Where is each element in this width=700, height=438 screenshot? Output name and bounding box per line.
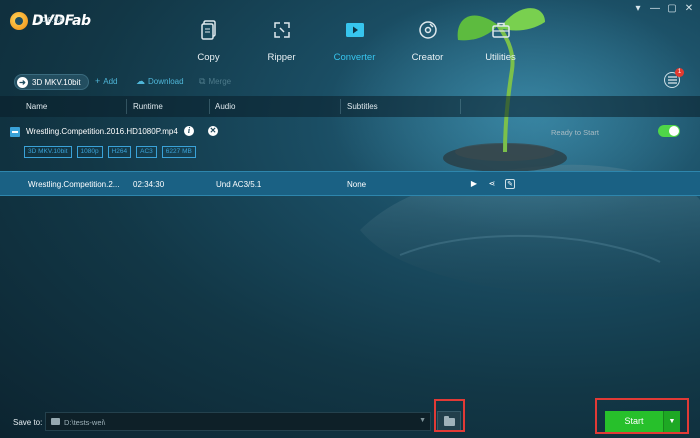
task-status: Ready to Start <box>551 128 599 137</box>
column-divider <box>126 99 127 114</box>
profile-label: 3D MKV.10bit <box>32 77 81 87</box>
dvdfab-logo-icon <box>10 12 28 30</box>
queue-count-badge: 1 <box>675 68 684 77</box>
tab-creator[interactable]: Creator <box>391 18 464 63</box>
enable-toggle[interactable] <box>658 125 680 137</box>
track-actions: ▶ ⋖ ✎ <box>469 179 515 189</box>
list-icon <box>667 76 677 84</box>
download-button[interactable]: ☁ Download <box>136 76 184 87</box>
title-track-row[interactable]: Wrestling.Competition.2... 02:34:30 Und … <box>0 171 700 196</box>
plus-icon: + <box>95 76 101 86</box>
maximize-button[interactable]: ▢ <box>667 4 677 14</box>
tab-ripper[interactable]: Ripper <box>245 18 318 63</box>
tag-profile[interactable]: 3D MKV.10bit <box>24 146 72 158</box>
merge-button[interactable]: ⧉ Merge <box>199 76 231 87</box>
tab-utilities[interactable]: Utilities <box>464 18 537 63</box>
tab-utilities-label: Utilities <box>485 52 516 63</box>
window-controls: ▾ — ▢ ✕ <box>633 4 694 14</box>
close-button[interactable]: ✕ <box>684 4 694 14</box>
play-icon[interactable]: ▶ <box>469 179 479 189</box>
download-label: Download <box>148 77 184 86</box>
column-header: Name Runtime Audio Subtitles <box>0 96 700 117</box>
track-audio[interactable]: Und AC3/5.1 <box>216 180 261 189</box>
track-name: Wrestling.Competition.2... <box>28 180 120 189</box>
copy-icon <box>200 20 216 40</box>
info-icon[interactable]: i <box>184 126 194 136</box>
column-name: Name <box>26 102 48 111</box>
tab-ripper-label: Ripper <box>267 52 296 63</box>
tab-converter-label: Converter <box>333 52 376 63</box>
track-subtitles[interactable]: None <box>347 180 366 189</box>
task-queue-button[interactable]: 1 <box>664 68 684 88</box>
cloud-download-icon: ☁ <box>136 76 145 86</box>
column-audio: Audio <box>215 102 236 111</box>
module-tabs: Copy Ripper Converter Creator Utilities <box>172 18 537 63</box>
utilities-icon <box>491 22 510 38</box>
tab-copy-label: Copy <box>197 52 220 63</box>
menu-dropdown-icon[interactable]: ▾ <box>633 4 643 14</box>
tab-converter[interactable]: Converter <box>318 18 391 63</box>
tab-copy[interactable]: Copy <box>172 18 245 63</box>
column-divider <box>340 99 341 114</box>
column-divider <box>209 99 210 114</box>
share-icon[interactable]: ⋖ <box>487 179 497 189</box>
add-label: Add <box>103 76 118 86</box>
highlight-browse <box>434 399 465 432</box>
select-checkbox[interactable] <box>10 127 20 137</box>
profile-arrow-icon: ➜ <box>17 76 28 88</box>
tag-resolution[interactable]: 1080p <box>76 146 103 158</box>
creator-icon <box>418 21 437 39</box>
minimize-button[interactable]: — <box>650 4 660 14</box>
column-divider <box>460 99 461 114</box>
profile-selector-button[interactable]: ➜ 3D MKV.10bit <box>14 74 89 90</box>
track-runtime: 02:34:30 <box>133 180 165 189</box>
folder-icon <box>51 418 60 425</box>
version-label: 10.0.6.8 <box>38 17 64 24</box>
merge-label: Merge <box>208 77 232 86</box>
add-button[interactable]: + Add <box>95 76 118 86</box>
ripper-icon <box>273 22 290 38</box>
source-filename: Wrestling.Competition.2016.HD1080P.mp4 <box>26 127 178 136</box>
settings-wrench-icon[interactable]: ✎ <box>505 179 515 189</box>
save-to-label: Save to: <box>13 418 43 427</box>
column-subtitles: Subtitles <box>347 102 378 111</box>
merge-icon: ⧉ <box>199 76 206 86</box>
chevron-down-icon[interactable]: ▼ <box>419 417 426 424</box>
tag-size[interactable]: 6227 MB <box>161 146 196 158</box>
output-path-field[interactable]: D:\tests-wei\ ▼ <box>45 412 431 431</box>
remove-icon[interactable]: ✕ <box>208 126 218 136</box>
column-runtime: Runtime <box>133 102 163 111</box>
tab-creator-label: Creator <box>411 52 444 63</box>
tag-codec[interactable]: H264 <box>107 146 132 158</box>
dvdfab-window: DVDFab 10.0.6.8 ▾ — ▢ ✕ Copy Ripper Conv… <box>0 0 700 438</box>
source-row: Wrestling.Competition.2016.HD1080P.mp4 i… <box>0 119 700 167</box>
header: DVDFab 10.0.6.8 ▾ — ▢ ✕ Copy Ripper Conv… <box>0 0 700 70</box>
tag-audio[interactable]: AC3 <box>136 146 157 158</box>
toolbar: ➜ 3D MKV.10bit + Add ☁ Download ⧉ Merge … <box>0 68 700 94</box>
profile-tags: 3D MKV.10bit 1080p H264 AC3 6227 MB <box>24 146 196 158</box>
highlight-start <box>595 398 689 434</box>
converter-icon <box>345 23 364 37</box>
output-path: D:\tests-wei\ <box>64 418 106 427</box>
